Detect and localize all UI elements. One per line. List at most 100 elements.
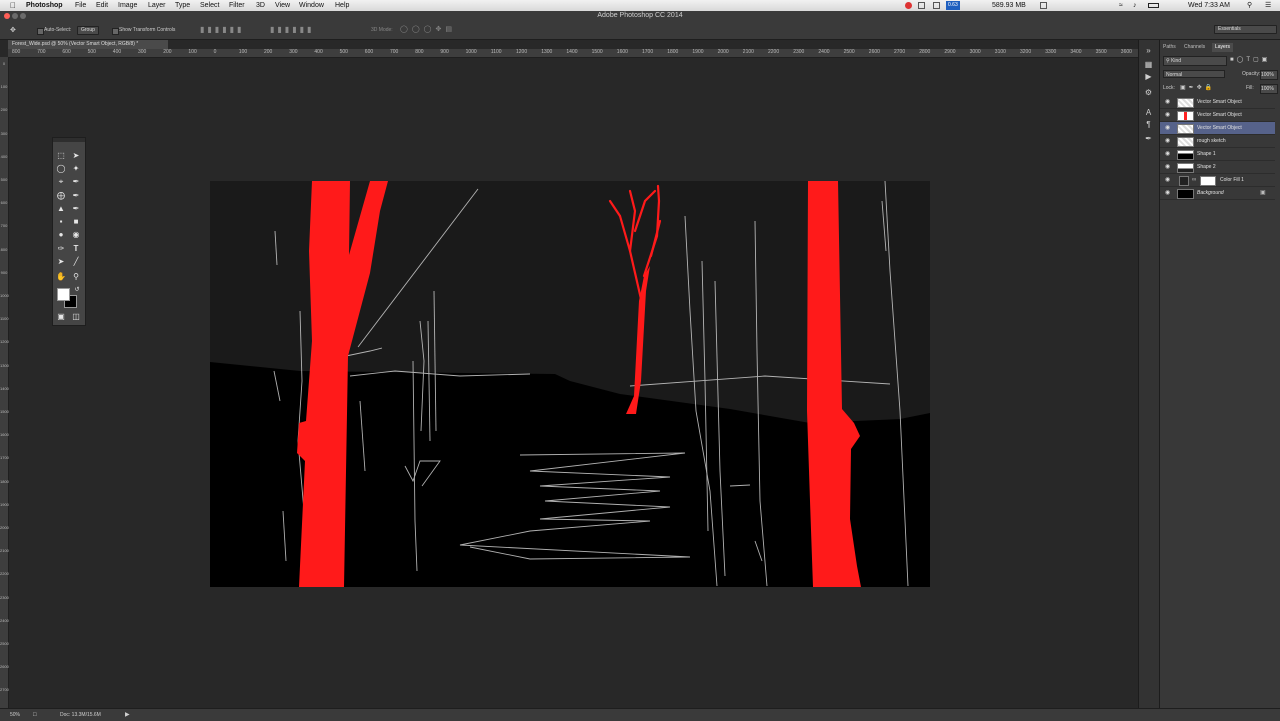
crop-tool-icon[interactable]: ⌖ [55,177,67,187]
layer-row[interactable]: ◉ Vector Smart Object [1160,109,1275,122]
eyedropper-tool-icon[interactable]: ✒ [70,177,82,187]
tools-panel-header[interactable] [53,138,85,142]
workspace-dropdown[interactable]: Essentials [1214,25,1277,34]
character-panel-icon[interactable]: A [1143,108,1154,118]
ruler-tick-label: 600 [364,49,374,55]
export-icon[interactable]: □ [33,709,37,721]
pen-tool-icon[interactable]: ✑ [55,244,67,254]
document-canvas[interactable] [210,181,930,587]
clone-stamp-tool-icon[interactable]: ▲ [55,204,67,214]
apple-icon[interactable]:  [10,0,16,11]
ruler-tick-label: 0 [213,49,217,55]
path-selection-tool-icon[interactable]: ➤ [55,257,67,267]
tab-paths[interactable]: Paths [1160,43,1179,52]
ruler-tick-label: 2400 [0,617,9,623]
eye-icon[interactable]: ◉ [1165,187,1170,199]
align-icons[interactable]: ▮▮▮▮▮▮ [200,25,244,34]
menu-help[interactable]: Help [335,0,349,11]
layer-row[interactable]: ◉ Shape 2 [1160,161,1275,174]
eye-icon[interactable]: ◉ [1165,148,1170,160]
record-icon[interactable] [905,2,912,9]
menu-3d[interactable]: 3D [256,0,265,11]
blur-tool-icon[interactable]: ● [55,230,67,240]
move-tool-icon[interactable]: ✥ [10,26,16,34]
battery-icon[interactable] [1148,3,1159,8]
history-brush-tool-icon[interactable]: ✒ [70,204,82,214]
actions-panel-icon[interactable]: ▶ [1143,72,1154,82]
vertical-ruler[interactable]: 0 100 200 300 400 500 600 700 800 900 1000 1100 1200… [0,57,9,708]
horizontal-ruler[interactable]: 800 700 600 500 400 300 200 100 0 100 200 300 400 500… [8,49,1138,58]
menu-select[interactable]: Select [200,0,219,11]
notification-icon[interactable]: ☰ [1265,0,1271,11]
zoom-tool-icon[interactable]: ⚲ [70,272,82,282]
properties-panel-icon[interactable]: ⚙ [1143,88,1154,98]
lasso-tool-icon[interactable]: ◯ [55,164,67,174]
transform-controls-checkbox[interactable] [112,28,119,35]
menu-image[interactable]: Image [118,0,137,11]
marquee-tool-icon[interactable]: ⬚ [55,151,67,161]
tab-layers[interactable]: Layers [1212,43,1234,52]
layer-row[interactable]: ◉ Shape 1 [1160,148,1275,161]
blend-mode-dropdown[interactable]: Normal [1163,70,1225,78]
collapse-panels-icon[interactable]: » [1143,46,1154,56]
eye-icon[interactable]: ◉ [1165,135,1170,147]
status-icon[interactable] [933,2,940,9]
menu-filter[interactable]: Filter [229,0,245,11]
hand-tool-icon[interactable]: ✋ [55,272,67,282]
move-tool-icon[interactable]: ➤ [70,151,82,161]
layer-row[interactable]: ◉ Vector Smart Object [1160,122,1275,135]
swap-colors-icon[interactable]: ↺ [71,285,83,295]
tab-channels[interactable]: Channels [1181,43,1208,52]
menu-app-name[interactable]: Photoshop [26,0,63,11]
quick-mask-icon[interactable]: ▣ [55,312,67,322]
menu-window[interactable]: Window [299,0,324,11]
status-icon[interactable] [918,2,925,9]
layer-row[interactable]: ◉ Background ▣ [1160,187,1275,200]
dodge-tool-icon[interactable]: ◉ [70,230,82,240]
eye-icon[interactable]: ◉ [1165,174,1170,186]
menu-edit[interactable]: Edit [96,0,108,11]
fill-label: Fill: [1246,85,1254,91]
type-tool-icon[interactable]: T [70,244,82,254]
history-panel-icon[interactable]: ▦ [1143,60,1154,70]
magic-wand-tool-icon[interactable]: ✦ [70,164,82,174]
distribute-icons[interactable]: ▮▮▮▮▮▮ [270,25,314,34]
layer-row[interactable]: ◉ ∞ Color Fill 1 [1160,174,1275,187]
menu-layer[interactable]: Layer [148,0,166,11]
lock-icons[interactable]: ▣✒✥🔒 [1180,84,1215,91]
3d-mode-icons[interactable]: ◯◯◯✥▤ [400,25,456,33]
eye-icon[interactable]: ◉ [1165,161,1170,173]
foreground-color-swatch[interactable] [57,288,70,301]
volume-icon[interactable]: ♪ [1133,0,1137,11]
eye-icon[interactable]: ◉ [1165,122,1170,134]
layer-filter-icons[interactable]: ■◯T▢▣ [1230,56,1270,63]
search-icon[interactable]: ⚲ [1247,0,1252,11]
line-tool-icon[interactable]: ╱ [70,257,82,267]
document-tab[interactable]: Forest_Wide.psd @ 50% (Vector Smart Obje… [8,40,168,49]
eye-icon[interactable]: ◉ [1165,96,1170,108]
cpu-badge[interactable]: 0.63 [946,1,960,10]
fill-input[interactable]: 100% [1260,84,1278,94]
eraser-tool-icon[interactable]: ▪ [55,217,67,227]
opacity-input[interactable]: 100% [1260,70,1278,80]
menu-type[interactable]: Type [175,0,190,11]
menu-view[interactable]: View [275,0,290,11]
eye-icon[interactable]: ◉ [1165,109,1170,121]
zoom-level[interactable]: 50% [10,709,20,721]
brush-tool-icon[interactable]: ✒ [70,191,82,201]
clock[interactable]: Wed 7:33 AM [1188,0,1230,11]
screen-mode-icon[interactable]: ◫ [70,312,82,322]
paragraph-panel-icon[interactable]: ¶ [1143,120,1154,130]
status-icon[interactable] [1040,2,1047,9]
gradient-tool-icon[interactable]: ■ [70,217,82,227]
layer-row[interactable]: ◉ rough sketch [1160,135,1275,148]
wifi-icon[interactable]: ≈ [1119,0,1123,11]
status-menu-arrow-icon[interactable]: ▶ [125,709,130,721]
layer-filter-dropdown[interactable]: ⚲ Kind [1163,56,1227,66]
auto-select-dropdown[interactable]: Group [77,26,99,35]
menu-file[interactable]: File [75,0,86,11]
layer-row[interactable]: ◉ Vector Smart Object [1160,96,1275,109]
brush-presets-icon[interactable]: ✒ [1143,134,1154,144]
auto-select-checkbox[interactable] [37,28,44,35]
healing-brush-tool-icon[interactable]: ⨁ [55,191,67,201]
